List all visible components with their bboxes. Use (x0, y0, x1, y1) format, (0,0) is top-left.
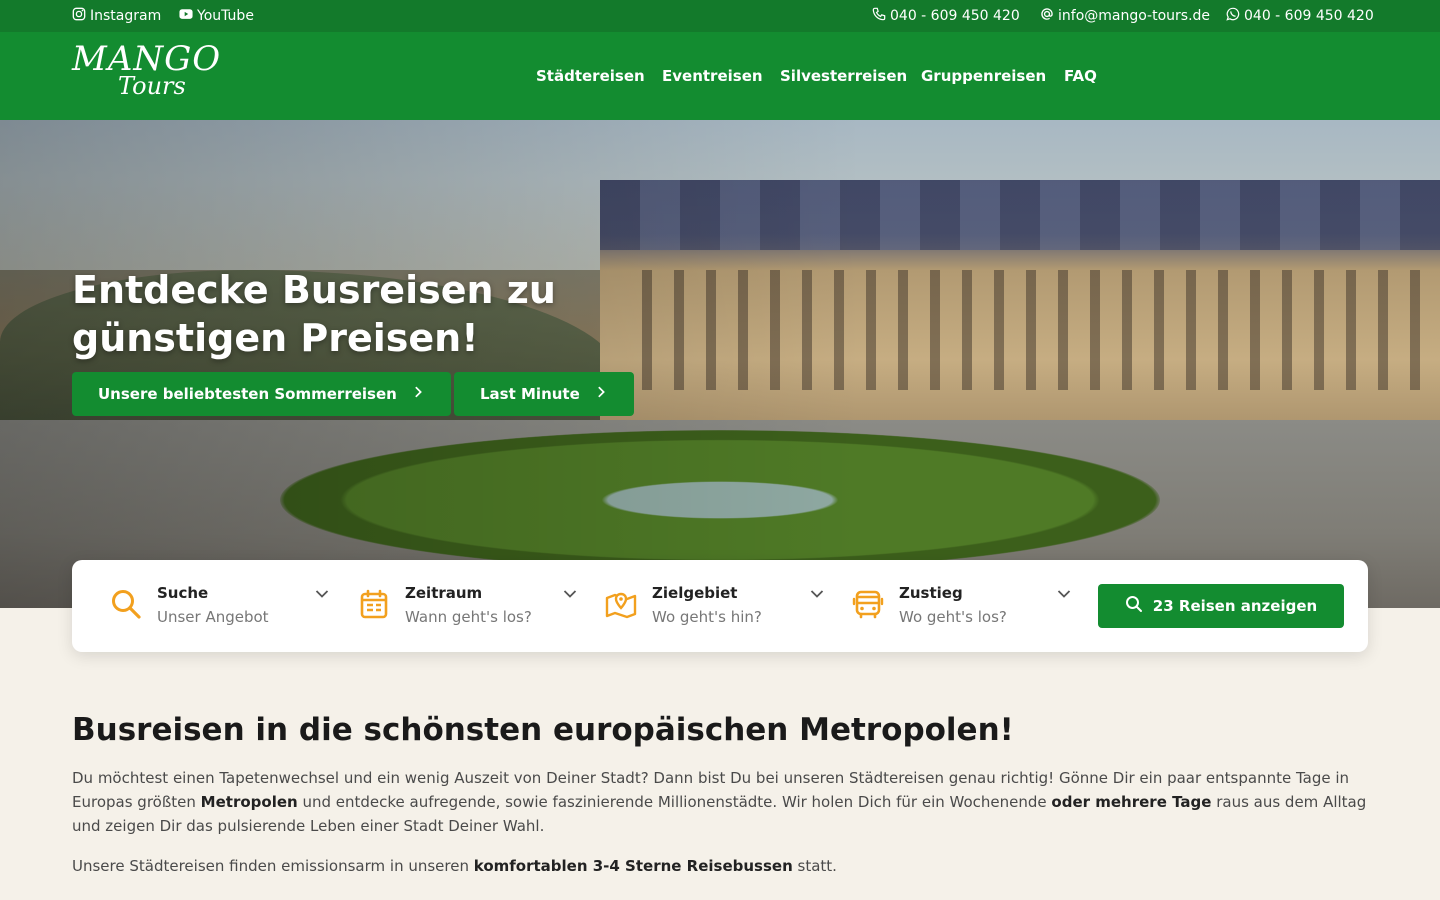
bold-text: Metropolen (200, 793, 298, 811)
bus-icon (852, 588, 884, 620)
nav-gruppenreisen[interactable]: Gruppenreisen (921, 67, 1046, 85)
last-minute-label: Last Minute (480, 385, 580, 403)
date-range-title: Zeitraum (405, 584, 483, 602)
destination-field[interactable]: Zielgebiet Wo geht's hin? (605, 580, 825, 632)
intro-paragraph-1: Du möchtest einen Tapetenwechsel und ein… (72, 766, 1368, 838)
phone-icon (872, 7, 886, 25)
text-run: Unsere Städtereisen finden emissionsarm … (72, 857, 474, 875)
chevron-down-icon (562, 586, 578, 602)
summer-trips-button[interactable]: Unsere beliebtesten Sommerreisen (72, 372, 451, 416)
destination-title: Zielgebiet (652, 584, 738, 602)
last-minute-button[interactable]: Last Minute (454, 372, 634, 416)
text-run: statt. (792, 857, 837, 875)
boarding-point-field[interactable]: Zustieg Wo geht's los? (852, 580, 1072, 632)
chevron-down-icon (314, 586, 330, 602)
nav-staedtereisen[interactable]: Städtereisen (536, 67, 645, 85)
boarding-point-title: Zustieg (899, 584, 963, 602)
calendar-icon (358, 588, 390, 620)
search-icon (1125, 595, 1143, 617)
map-icon (605, 588, 637, 620)
search-field[interactable]: Suche Unser Angebot (110, 580, 330, 632)
chevron-right-icon (411, 385, 425, 403)
mango-tours-logo[interactable]: MANGO Tours (72, 42, 221, 98)
hero-overlay (0, 120, 1440, 608)
bold-text: oder mehrere Tage (1051, 793, 1212, 811)
intro-paragraph-2: Unsere Städtereisen finden emissionsarm … (72, 854, 1368, 878)
hero-headline: Entdecke Busreisen zu günstigen Preisen! (72, 268, 556, 360)
phone-number: 040 - 609 450 420 (890, 8, 1020, 24)
nav-eventreisen[interactable]: Eventreisen (662, 67, 763, 85)
instagram-label: Instagram (90, 8, 162, 24)
show-trips-label: 23 Reisen anzeigen (1152, 597, 1318, 615)
trip-search-box: Suche Unser Angebot Zeitraum Wann geht's… (72, 560, 1368, 652)
date-range-field[interactable]: Zeitraum Wann geht's los? (358, 580, 578, 632)
search-icon (110, 588, 142, 620)
chevron-right-icon (594, 385, 608, 403)
date-range-placeholder: Wann geht's los? (405, 608, 532, 626)
main-header: MANGO Tours Städtereisen Eventreisen Sil… (0, 32, 1440, 120)
summer-trips-label: Unsere beliebtesten Sommerreisen (98, 385, 397, 403)
search-field-title: Suche (157, 584, 209, 602)
intro-section: Busreisen in die schönsten europäischen … (72, 712, 1368, 894)
phone-link[interactable]: 040 - 609 450 420 (872, 7, 1020, 25)
chevron-down-icon (809, 586, 825, 602)
youtube-icon (179, 7, 193, 25)
whatsapp-number: 040 - 609 450 420 (1244, 8, 1374, 24)
top-bar: Instagram YouTube 040 - 609 450 420 info… (0, 0, 1440, 32)
hero-section: Entdecke Busreisen zu günstigen Preisen!… (0, 120, 1440, 608)
search-field-placeholder: Unser Angebot (157, 608, 269, 626)
nav-faq[interactable]: FAQ (1064, 67, 1097, 85)
email-address: info@mango-tours.de (1058, 8, 1211, 24)
youtube-link[interactable]: YouTube (179, 7, 254, 25)
whatsapp-link[interactable]: 040 - 609 450 420 (1226, 7, 1374, 25)
youtube-label: YouTube (197, 8, 254, 24)
instagram-icon (72, 7, 86, 25)
instagram-link[interactable]: Instagram (72, 7, 161, 25)
bold-text: komfortablen 3-4 Sterne Reisebussen (473, 857, 793, 875)
intro-heading: Busreisen in die schönsten europäischen … (72, 712, 1014, 748)
boarding-point-placeholder: Wo geht's los? (899, 608, 1007, 626)
text-run: und entdecke aufregende, sowie faszinier… (297, 793, 1052, 811)
whatsapp-icon (1226, 7, 1240, 25)
email-link[interactable]: info@mango-tours.de (1040, 7, 1210, 25)
destination-placeholder: Wo geht's hin? (652, 608, 762, 626)
show-trips-button[interactable]: 23 Reisen anzeigen (1098, 584, 1344, 628)
at-icon (1040, 7, 1054, 25)
nav-silvesterreisen[interactable]: Silvesterreisen (780, 67, 907, 85)
chevron-down-icon (1056, 586, 1072, 602)
